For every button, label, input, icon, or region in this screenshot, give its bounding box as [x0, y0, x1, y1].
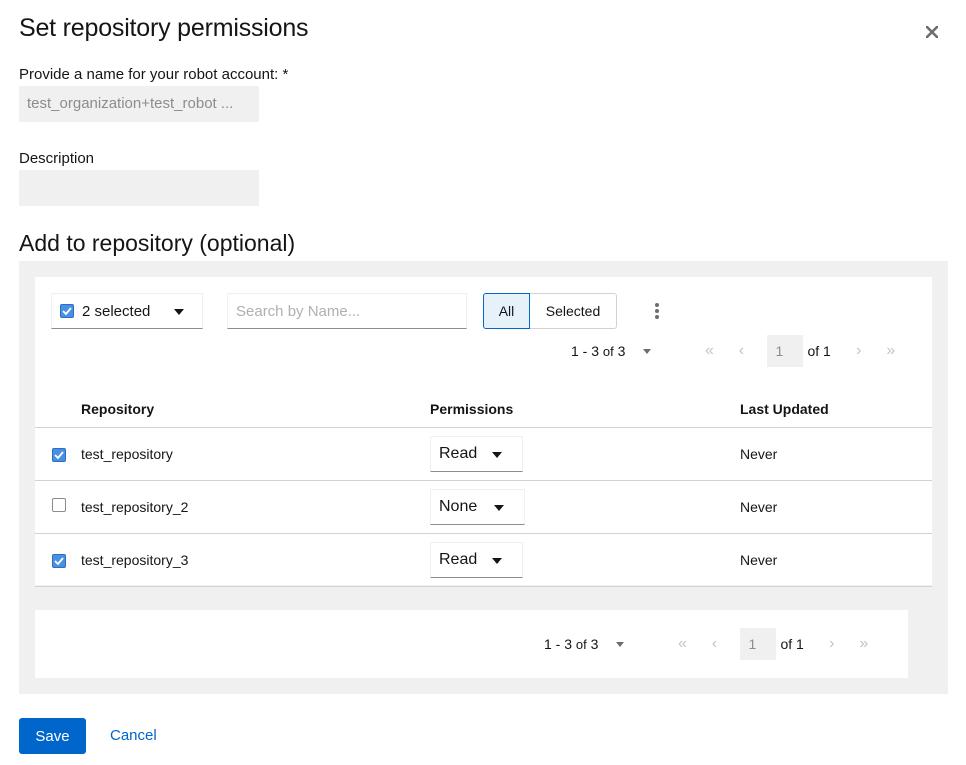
caret-down-icon[interactable]: [643, 348, 652, 354]
search-input[interactable]: [227, 293, 467, 329]
save-button[interactable]: Save: [19, 718, 86, 754]
bulk-select-label: 2 selected: [82, 302, 151, 320]
repository-name: test_repository_3: [81, 533, 430, 587]
prev-page-icon[interactable]: ‹: [725, 342, 757, 360]
repository-table: Repository Permissions Last Updated test…: [35, 391, 932, 587]
section-title: Add to repository (optional): [19, 230, 296, 256]
column-header-last-updated[interactable]: Last Updated: [740, 391, 932, 428]
column-header-repository[interactable]: Repository: [81, 391, 430, 428]
kebab-menu-icon[interactable]: [651, 301, 663, 321]
name-label: Provide a name for your robot account: *: [19, 66, 289, 83]
description-label: Description: [19, 150, 95, 167]
page-total: of 1: [807, 343, 831, 359]
last-page-icon[interactable]: »: [848, 635, 880, 653]
permission-value: Read: [439, 550, 478, 568]
page-number-input[interactable]: 1: [767, 335, 804, 367]
bottom-pagination-bar: 1 - 3 of 3 « ‹ 1 of 1 › »: [35, 610, 908, 678]
column-header-permissions[interactable]: Permissions: [430, 391, 740, 428]
permission-select[interactable]: Read: [430, 435, 523, 472]
permission-value: Read: [439, 444, 478, 462]
row-checkbox[interactable]: [52, 498, 66, 512]
repository-name: test_repository: [81, 427, 430, 481]
check-icon: [54, 450, 64, 459]
modal-title: Set repository permissions: [19, 14, 309, 42]
table-row: test_repository_2 None Never: [35, 480, 932, 534]
next-page-icon[interactable]: ›: [843, 342, 875, 360]
repository-section: 2 selected All Selected 1 - 3 of 3 « ‹ 1…: [19, 261, 948, 694]
caret-down-icon[interactable]: [616, 641, 625, 647]
first-page-icon[interactable]: «: [666, 635, 698, 653]
toggle-all[interactable]: All: [483, 293, 530, 329]
pagination-top: 1 - 3 of 3 « ‹ 1 of 1 › »: [571, 335, 907, 367]
check-icon: [54, 556, 64, 565]
filter-toggle-group: All Selected: [483, 293, 617, 329]
last-page-icon[interactable]: »: [875, 342, 907, 360]
page-total: of 1: [780, 636, 804, 652]
first-page-icon[interactable]: «: [693, 342, 725, 360]
permission-select[interactable]: Read: [430, 541, 523, 578]
check-icon: [62, 307, 72, 315]
caret-down-icon: [492, 557, 502, 564]
bulk-select-checkbox[interactable]: [60, 304, 74, 318]
permission-value: None: [439, 497, 478, 515]
pagination-count[interactable]: 1 - 3 of 3: [544, 636, 598, 652]
repository-name: test_repository_2: [81, 480, 430, 534]
close-icon: [926, 26, 938, 38]
permission-select[interactable]: None: [430, 488, 525, 525]
next-page-icon[interactable]: ›: [816, 635, 848, 653]
row-checkbox[interactable]: [52, 553, 66, 568]
cancel-button[interactable]: Cancel: [110, 727, 157, 744]
last-updated: Never: [740, 480, 932, 534]
last-updated: Never: [740, 427, 932, 481]
robot-name-field[interactable]: test_organization+test_robot ...: [19, 86, 259, 122]
page-number-input[interactable]: 1: [740, 628, 777, 660]
toggle-selected[interactable]: Selected: [530, 293, 617, 329]
caret-down-icon: [492, 451, 502, 458]
table-row: test_repository_3 Read Never: [35, 533, 932, 587]
description-field[interactable]: [19, 170, 259, 206]
prev-page-icon[interactable]: ‹: [698, 635, 730, 653]
last-updated: Never: [740, 533, 932, 587]
pagination-bottom: 1 - 3 of 3 « ‹ 1 of 1 › »: [544, 628, 880, 660]
caret-down-icon: [174, 309, 184, 315]
close-button[interactable]: [922, 22, 942, 42]
repository-table-panel: 2 selected All Selected 1 - 3 of 3 « ‹ 1…: [35, 277, 932, 587]
row-checkbox[interactable]: [52, 447, 66, 462]
table-row: test_repository Read Never: [35, 427, 932, 481]
bulk-select-dropdown[interactable]: 2 selected: [51, 293, 203, 329]
pagination-count[interactable]: 1 - 3 of 3: [571, 343, 625, 359]
caret-down-icon: [494, 504, 504, 511]
